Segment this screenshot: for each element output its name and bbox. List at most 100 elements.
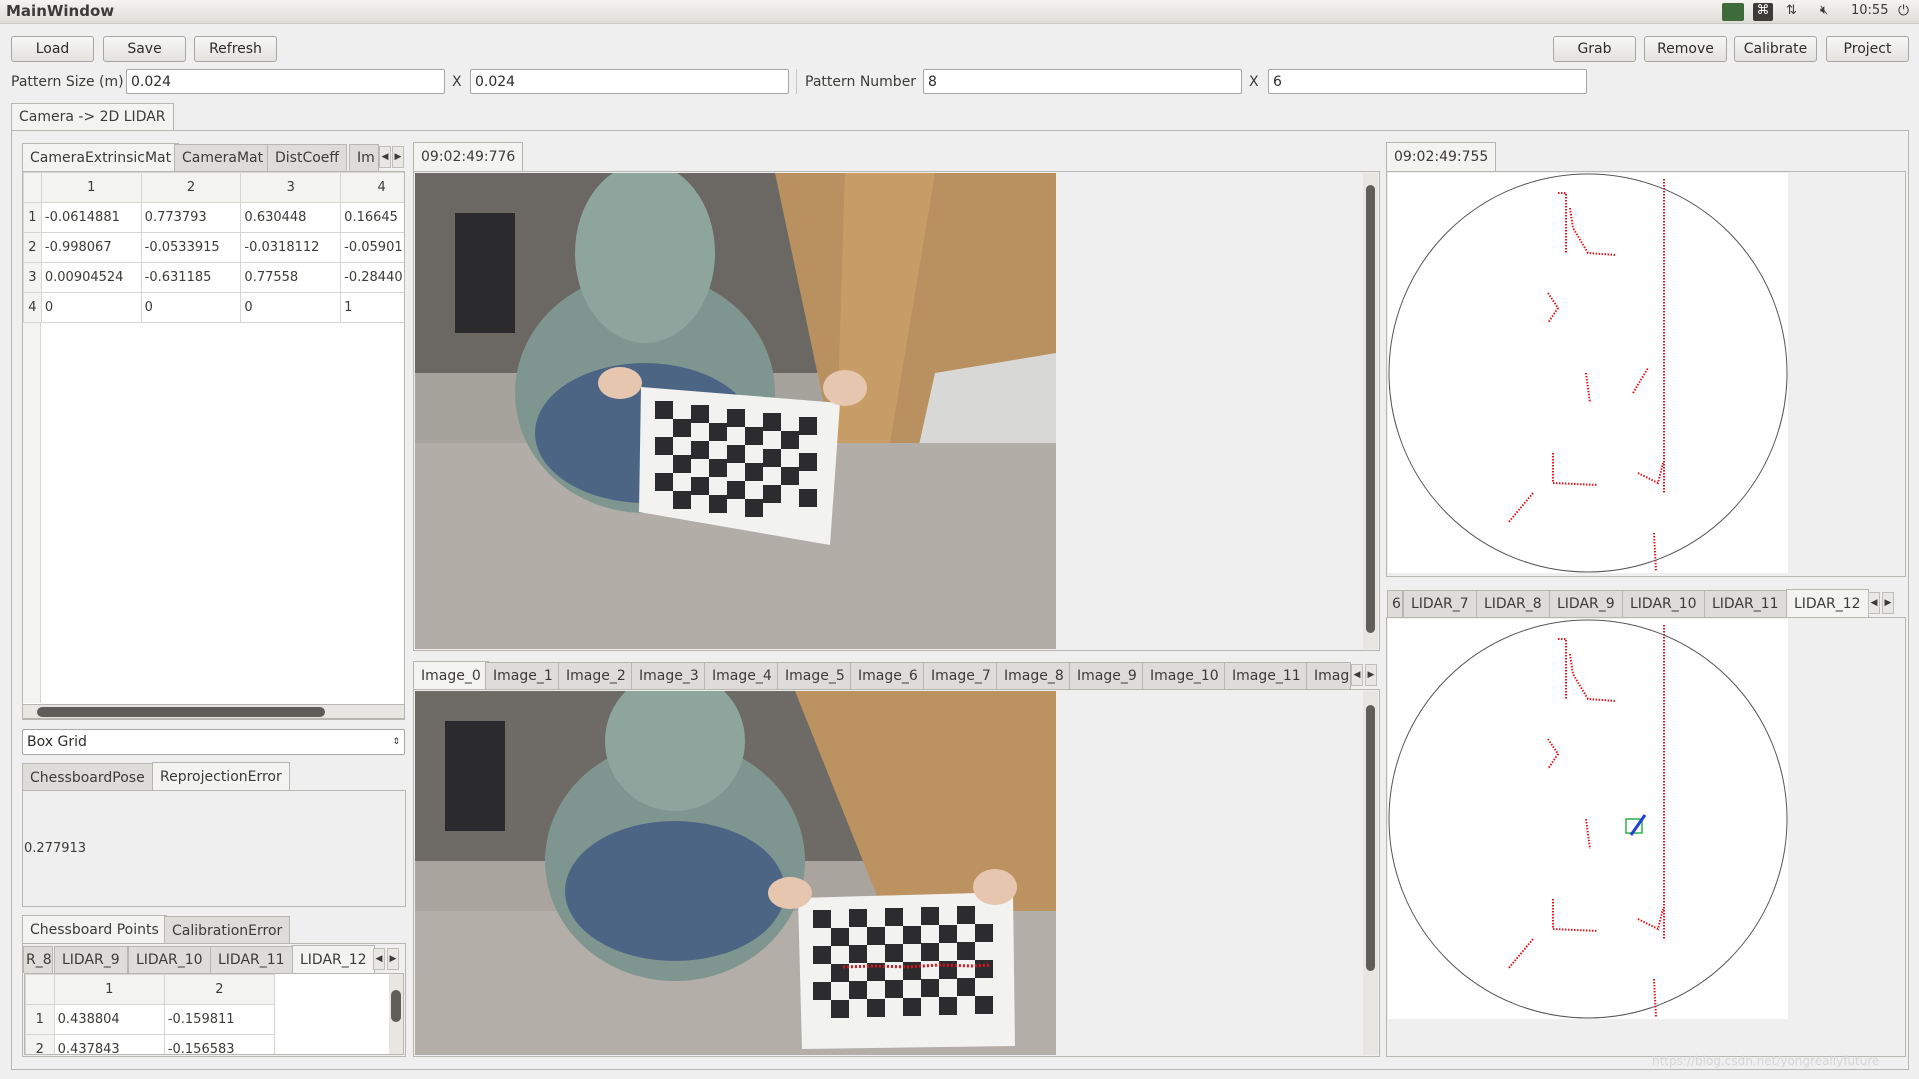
save-button[interactable]: Save [103,36,186,62]
refresh-button[interactable]: Refresh [194,36,277,62]
tab-image-0[interactable]: Image_0 [413,661,489,689]
grid-type-select[interactable]: Box Grid ⇕ [22,729,405,755]
table-cell[interactable]: 0 [140,292,242,323]
tab-lidar-9[interactable]: LIDAR_9 [1549,590,1623,617]
tab-image-11[interactable]: Image_11 [1224,662,1309,689]
remove-button[interactable]: Remove [1644,36,1727,62]
power-icon[interactable]: ⏻ [1898,3,1909,21]
table-cell[interactable]: -0.998067 [40,232,142,263]
clock[interactable]: 10:55 [1851,3,1888,21]
tab-image-4[interactable]: Image_4 [704,662,780,689]
tab-image-10[interactable]: Image_10 [1142,662,1227,689]
lidar-tabs-left-icon[interactable]: ◀ [373,948,385,970]
table-cell[interactable]: 0.77558 [240,262,342,293]
camera-top-vscrollbar[interactable] [1363,173,1378,649]
table-cell[interactable]: -0.28440 [340,262,404,293]
table-cell[interactable]: -0.159811 [163,1004,276,1035]
pattern-number-x-input[interactable] [923,69,1242,94]
tab-chessboard-points[interactable]: Chessboard Points [22,915,167,944]
tab-chessboard-pose[interactable]: ChessboardPose [22,763,153,791]
pattern-size-x-input[interactable] [126,69,445,94]
table-cell[interactable]: 0 [40,292,142,323]
tab-image-9[interactable]: Image_9 [1069,662,1145,689]
tab-reprojection-error[interactable]: ReprojectionError [152,762,290,791]
grab-button[interactable]: Grab [1553,36,1636,62]
pattern-size-y-input[interactable] [470,69,789,94]
load-button[interactable]: Load [11,36,94,62]
tab-lidar-10[interactable]: LIDAR_10 [1622,590,1705,617]
tab-camera-2d-lidar[interactable]: Camera -> 2D LIDAR [11,103,174,130]
tab-calibration-error[interactable]: CalibrationError [164,916,291,944]
tab-image-12[interactable]: Imag [1306,662,1351,689]
table-cell[interactable]: 0.437843 [53,1034,165,1054]
tab-image-mat[interactable]: Im [349,144,379,171]
table-cell[interactable]: -0.631185 [140,262,242,293]
project-button[interactable]: Project [1826,36,1909,62]
table-cell[interactable]: -0.0318112 [240,232,342,263]
table-row[interactable]: 2 0.437843 -0.156583 [25,1034,276,1054]
row-header[interactable]: 2 [23,232,42,263]
row-header[interactable]: 1 [23,202,42,233]
matrix-hscroll-thumb[interactable] [37,707,325,717]
tab-camera-mat[interactable]: CameraMat [174,144,272,171]
camera-bottom-vscrollbar[interactable] [1363,691,1378,1055]
lidar-tabs-left-icon[interactable]: ◀ [1868,592,1880,614]
tab-lidar-11[interactable]: LIDAR_11 [1704,590,1787,617]
chessboard-points-table[interactable]: 1 2 1 0.438804 -0.159811 2 0.437843 -0.15658… [24,973,404,1055]
volume-muted-icon[interactable]: 🔇︎ [1820,3,1828,21]
table-cell[interactable]: 0.630448 [240,202,342,233]
tab-image-1[interactable]: Image_1 [485,662,561,689]
calibrate-button[interactable]: Calibrate [1734,36,1817,62]
tab-image-2[interactable]: Image_2 [558,662,634,689]
column-header[interactable]: 4 [340,172,404,203]
tab-image-8[interactable]: Image_8 [996,662,1072,689]
tab-lidar-7[interactable]: LIDAR_7 [1403,590,1477,617]
table-row[interactable]: 1 0.438804 -0.159811 [25,1004,276,1035]
tab-camera-timestamp[interactable]: 09:02:49:776 [413,142,524,171]
extrinsic-matrix-table[interactable]: 1 2 3 4 1 -0.0614881 0.773793 0.630448 0.166… [22,171,405,720]
camera-bottom-vscroll-thumb[interactable] [1366,705,1375,971]
pattern-number-y-input[interactable] [1268,69,1587,94]
row-header[interactable]: 4 [23,292,42,323]
column-header[interactable]: 1 [40,172,142,203]
column-header[interactable]: 2 [140,172,242,203]
tab-lidar-11[interactable]: LIDAR_11 [210,946,293,973]
camera-top-vscroll-thumb[interactable] [1366,185,1375,633]
column-header[interactable]: 3 [240,172,342,203]
column-header[interactable]: 1 [53,974,165,1005]
table-cell[interactable]: -0.0614881 [40,202,142,233]
row-header[interactable]: 3 [23,262,42,293]
column-header[interactable]: 2 [163,974,276,1005]
points-vscroll-thumb[interactable] [391,990,401,1022]
tab-dist-coeff[interactable]: DistCoeff [267,144,348,171]
tab-image-5[interactable]: Image_5 [777,662,853,689]
tab-image-6[interactable]: Image_6 [850,662,926,689]
table-cell[interactable]: -0.0533915 [140,232,242,263]
lidar-tabs-right-icon[interactable]: ▶ [1882,592,1894,614]
image-tabs-left-icon[interactable]: ◀ [1351,664,1363,686]
tab-camera-extrinsic-mat[interactable]: CameraExtrinsicMat [22,143,180,171]
tabs-scroll-right-icon[interactable]: ▶ [392,146,404,168]
table-cell[interactable]: 0.00904524 [40,262,142,293]
tab-image-7[interactable]: Image_7 [923,662,999,689]
monitor-tray-icon[interactable] [1722,3,1744,21]
table-cell[interactable]: 0.438804 [53,1004,165,1035]
points-vscrollbar[interactable] [389,974,403,1054]
tab-lidar-6[interactable]: 6 [1387,590,1403,617]
tab-lidar-12[interactable]: LIDAR_12 [292,945,375,973]
table-cell[interactable]: 0 [240,292,342,323]
tabs-scroll-left-icon[interactable]: ◀ [379,146,391,168]
tab-lidar-12[interactable]: LIDAR_12 [1786,589,1869,617]
tab-lidar-9[interactable]: LIDAR_9 [54,946,128,973]
network-tray-icon[interactable]: ⇅ [1786,3,1797,21]
image-tabs-right-icon[interactable]: ▶ [1365,664,1377,686]
table-row[interactable]: 2 -0.998067 -0.0533915 -0.0318112 -0.05901 [23,232,404,263]
table-row[interactable]: 1 -0.0614881 0.773793 0.630448 0.16645 [23,202,404,233]
matrix-hscrollbar[interactable] [22,704,405,719]
table-row[interactable]: 3 0.00904524 -0.631185 0.77558 -0.28440 [23,262,404,293]
table-cell[interactable]: -0.156583 [163,1034,276,1054]
row-header[interactable]: 1 [25,1004,55,1035]
tab-lidar-8[interactable]: R_8 [23,946,53,973]
keyboard-tray-icon[interactable]: ⌘ [1753,3,1773,21]
tab-lidar-timestamp[interactable]: 09:02:49:755 [1386,142,1497,171]
